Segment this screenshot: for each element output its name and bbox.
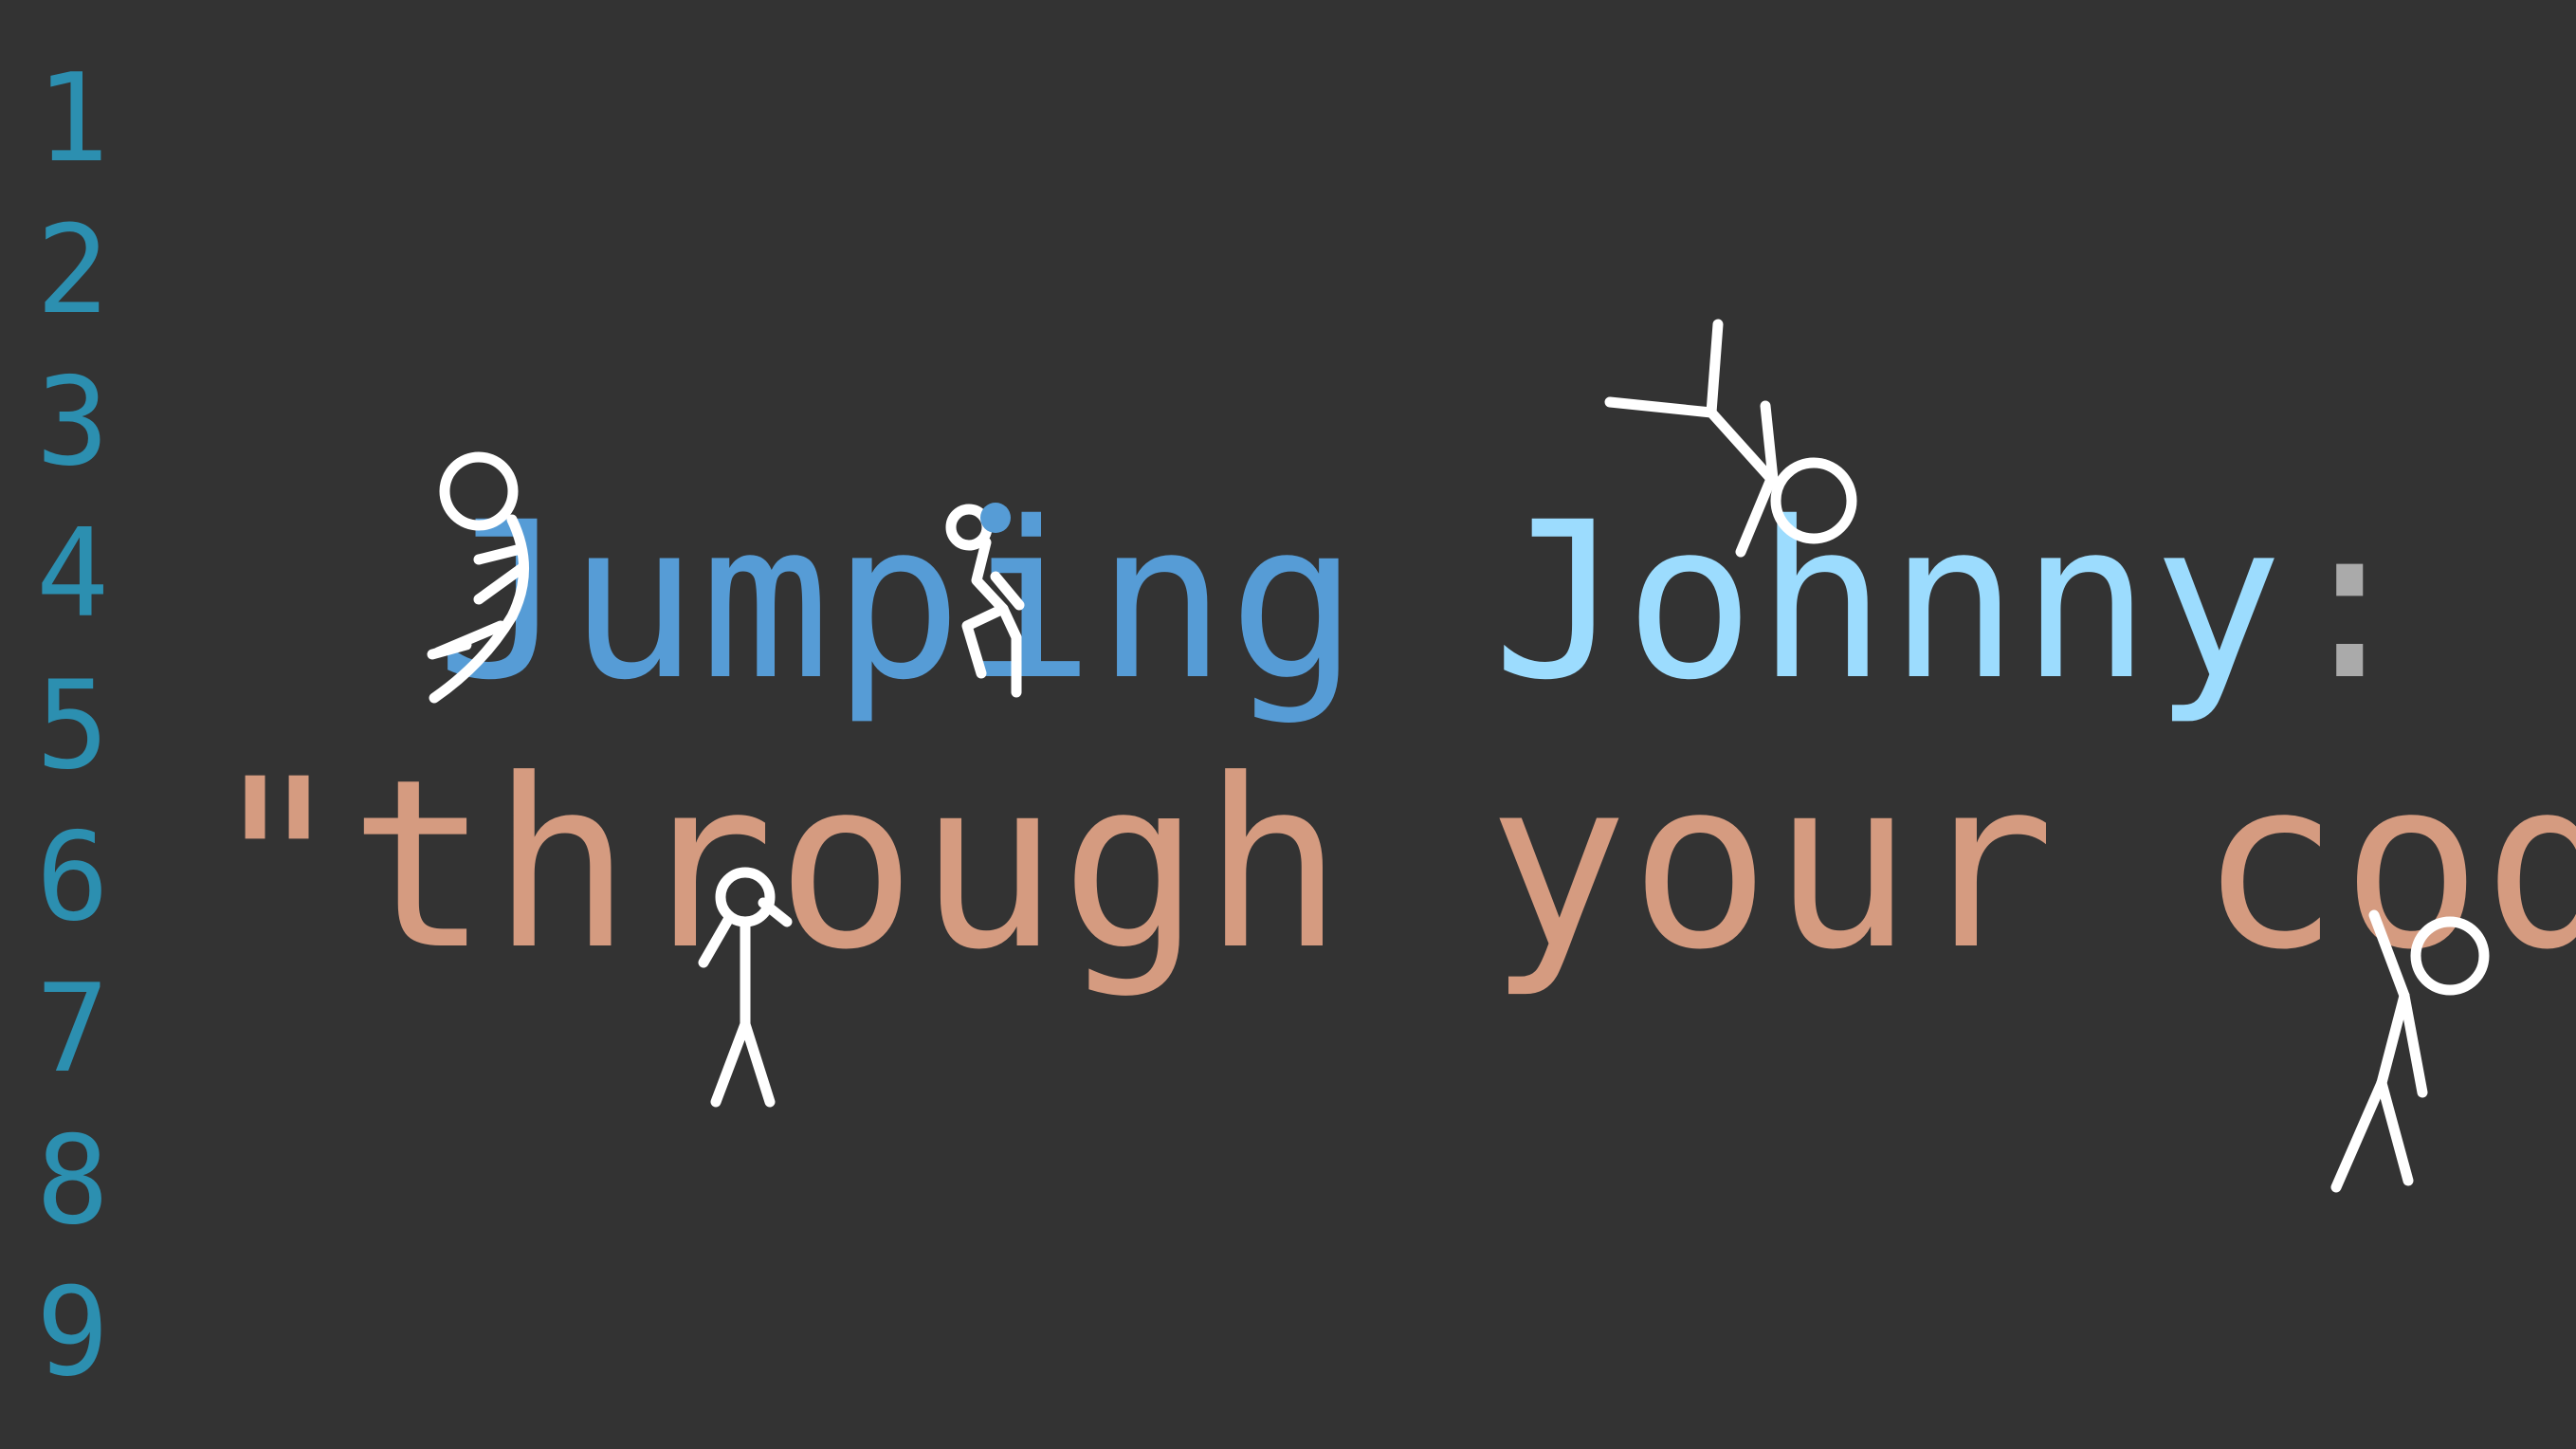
line-number: 8 [36,1110,110,1252]
line-number: 9 [36,1262,110,1403]
token-jumping: Jumping [436,475,1361,727]
line-number: 2 [36,200,110,341]
token-johnny: Johnny [1492,475,2285,727]
line-number: 5 [36,655,110,797]
token-string: "through your code" [207,730,2576,1001]
line-number: 4 [36,504,110,645]
editor-canvas: 1 2 3 4 5 6 7 8 9 Jumping Johnny: "throu… [0,0,2576,1449]
line-number: 6 [36,807,110,948]
code-line-title: Jumping Johnny: [436,493,2417,709]
code-line-string: "through your code" [207,749,2576,982]
line-number: 3 [36,352,110,493]
line-number: 1 [36,48,110,190]
token-colon: : [2284,475,2418,727]
line-number: 7 [36,959,110,1100]
